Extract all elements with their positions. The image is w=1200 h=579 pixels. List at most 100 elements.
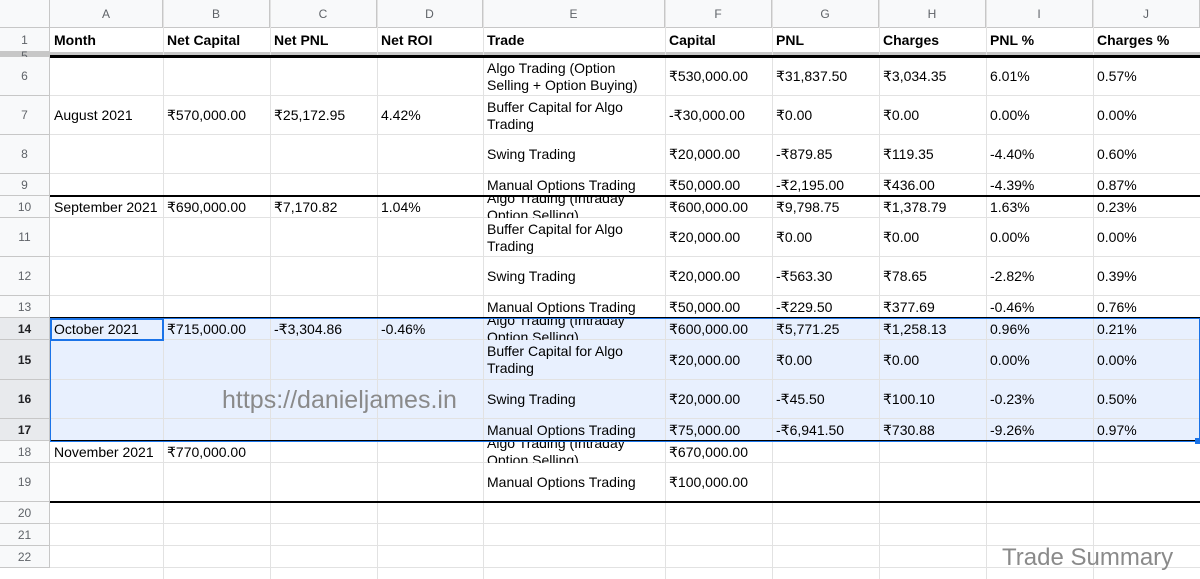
header-pnl-pct[interactable]: PNL % <box>986 28 1093 52</box>
cell-month[interactable]: August 2021 <box>50 96 163 135</box>
cell-charges-pct[interactable]: 0.87% <box>1093 174 1200 196</box>
cell-charges-pct[interactable]: 0.57% <box>1093 57 1200 96</box>
cell-trade[interactable]: Manual Options Trading <box>483 174 665 196</box>
cell-trade[interactable]: Algo Trading (Intraday Option Selling) <box>483 441 665 463</box>
row-header-17[interactable]: 17 <box>0 419 50 441</box>
cell-charges-pct[interactable]: 0.23% <box>1093 196 1200 218</box>
cell-net-pnl[interactable]: ₹7,170.82 <box>270 196 377 218</box>
cell-pnl-pct[interactable]: 0.00% <box>986 96 1093 135</box>
header-charges-pct[interactable]: Charges % <box>1093 28 1200 52</box>
row-header-16[interactable]: 16 <box>0 380 50 419</box>
cell-charges-pct[interactable]: 0.76% <box>1093 296 1200 318</box>
cell-capital[interactable]: ₹20,000.00 <box>665 218 772 257</box>
cell-charges-pct[interactable]: 0.00% <box>1093 96 1200 135</box>
header-month[interactable]: Month <box>50 28 163 52</box>
row-header-15[interactable]: 15 <box>0 340 50 380</box>
header-net-capital[interactable]: Net Capital <box>163 28 270 52</box>
row-header-9[interactable]: 9 <box>0 174 50 196</box>
cell-month[interactable]: November 2021 <box>50 441 163 463</box>
column-header-d[interactable]: D <box>377 0 483 28</box>
cell-pnl-pct[interactable]: 6.01% <box>986 57 1093 96</box>
row-header-13[interactable]: 13 <box>0 296 50 318</box>
cell-net-capital[interactable]: ₹690,000.00 <box>163 196 270 218</box>
header-net-pnl[interactable]: Net PNL <box>270 28 377 52</box>
cell-pnl[interactable]: -₹879.85 <box>772 135 879 174</box>
cell-trade[interactable]: Manual Options Trading <box>483 463 665 502</box>
column-header-i[interactable]: I <box>986 0 1093 28</box>
cell-charges[interactable]: ₹119.35 <box>879 135 986 174</box>
cell-pnl-pct[interactable]: -0.46% <box>986 296 1093 318</box>
cell-trade[interactable]: Algo Trading (Option Selling + Option Bu… <box>483 57 665 96</box>
row-header-11[interactable]: 11 <box>0 218 50 257</box>
cell-pnl-pct[interactable]: -4.40% <box>986 135 1093 174</box>
cell-pnl[interactable]: -₹229.50 <box>772 296 879 318</box>
cell-charges-pct[interactable]: 0.00% <box>1093 218 1200 257</box>
cell-pnl[interactable]: ₹0.00 <box>772 218 879 257</box>
row-header-14[interactable]: 14 <box>0 318 50 340</box>
fill-handle[interactable] <box>1195 438 1200 444</box>
header-capital[interactable]: Capital <box>665 28 772 52</box>
cell-month[interactable]: September 2021 <box>50 196 163 218</box>
column-header-b[interactable]: B <box>163 0 270 28</box>
cell-net-pnl[interactable]: ₹25,172.95 <box>270 96 377 135</box>
cell-trade[interactable]: Algo Trading (Intraday Option Selling) <box>483 196 665 218</box>
select-all-corner[interactable] <box>0 0 50 28</box>
cell-trade[interactable]: Swing Trading <box>483 135 665 174</box>
cell-charges[interactable]: ₹377.69 <box>879 296 986 318</box>
cell-trade[interactable]: Buffer Capital for Algo Trading <box>483 96 665 135</box>
cell-pnl[interactable]: ₹9,798.75 <box>772 196 879 218</box>
cell-charges[interactable]: ₹1,378.79 <box>879 196 986 218</box>
cell-pnl[interactable]: ₹31,837.50 <box>772 57 879 96</box>
cell-capital[interactable]: ₹50,000.00 <box>665 174 772 196</box>
cell-pnl[interactable]: -₹2,195.00 <box>772 174 879 196</box>
row-header-12[interactable]: 12 <box>0 257 50 296</box>
cell-capital[interactable]: ₹20,000.00 <box>665 135 772 174</box>
cell-net-capital[interactable]: ₹770,000.00 <box>163 441 270 463</box>
cell-pnl-pct[interactable]: -4.39% <box>986 174 1093 196</box>
column-header-h[interactable]: H <box>879 0 986 28</box>
column-header-j[interactable]: J <box>1093 0 1200 28</box>
cell-capital[interactable]: ₹670,000.00 <box>665 441 772 463</box>
cell-capital[interactable]: ₹600,000.00 <box>665 196 772 218</box>
cell-capital[interactable]: -₹30,000.00 <box>665 96 772 135</box>
cell-charges[interactable]: ₹0.00 <box>879 218 986 257</box>
cell-charges-pct[interactable]: 0.60% <box>1093 135 1200 174</box>
column-header-f[interactable]: F <box>665 0 772 28</box>
cell-charges[interactable]: ₹436.00 <box>879 174 986 196</box>
cell-charges[interactable]: ₹3,034.35 <box>879 57 986 96</box>
active-cell[interactable] <box>50 318 164 341</box>
cell-capital[interactable]: ₹50,000.00 <box>665 296 772 318</box>
header-charges[interactable]: Charges <box>879 28 986 52</box>
row-header-22[interactable]: 22 <box>0 546 50 568</box>
cell-capital[interactable]: ₹20,000.00 <box>665 257 772 296</box>
cell-pnl-pct[interactable]: -2.82% <box>986 257 1093 296</box>
cell-pnl-pct[interactable]: 0.00% <box>986 218 1093 257</box>
row-header-18[interactable]: 18 <box>0 441 50 463</box>
row-header-19[interactable]: 19 <box>0 463 50 502</box>
cell-capital[interactable]: ₹530,000.00 <box>665 57 772 96</box>
header-net-roi[interactable]: Net ROI <box>377 28 483 52</box>
cell-trade[interactable]: Swing Trading <box>483 257 665 296</box>
cell-pnl-pct[interactable]: 1.63% <box>986 196 1093 218</box>
cell-trade[interactable]: Buffer Capital for Algo Trading <box>483 218 665 257</box>
row-header-6[interactable]: 6 <box>0 57 50 96</box>
cell-charges-pct[interactable]: 0.39% <box>1093 257 1200 296</box>
column-header-a[interactable]: A <box>50 0 163 28</box>
header-pnl[interactable]: PNL <box>772 28 879 52</box>
cell-net-roi[interactable]: 1.04% <box>377 196 483 218</box>
cell-net-capital[interactable]: ₹570,000.00 <box>163 96 270 135</box>
cell-net-roi[interactable]: 4.42% <box>377 96 483 135</box>
cell-charges[interactable]: ₹0.00 <box>879 96 986 135</box>
row-header-10[interactable]: 10 <box>0 196 50 218</box>
cell-capital[interactable]: ₹100,000.00 <box>665 463 772 502</box>
row-header-20[interactable]: 20 <box>0 502 50 524</box>
row-header-21[interactable]: 21 <box>0 524 50 546</box>
cell-trade[interactable]: Manual Options Trading <box>483 296 665 318</box>
column-header-c[interactable]: C <box>270 0 377 28</box>
cell-pnl[interactable]: -₹563.30 <box>772 257 879 296</box>
cell-pnl[interactable]: ₹0.00 <box>772 96 879 135</box>
header-trade[interactable]: Trade <box>483 28 665 52</box>
row-header-7[interactable]: 7 <box>0 96 50 135</box>
row-header-8[interactable]: 8 <box>0 135 50 174</box>
cell-charges[interactable]: ₹78.65 <box>879 257 986 296</box>
